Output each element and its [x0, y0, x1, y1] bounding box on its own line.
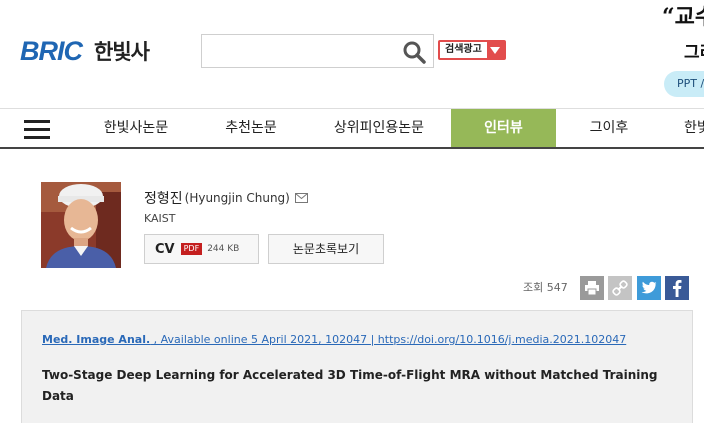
search-button[interactable] — [401, 39, 427, 65]
profile-photo — [41, 182, 121, 268]
main-nav: 한빛사논문 추천논문 상위피인용논문 인터뷰 그이후 한빛 — [0, 108, 704, 149]
mail-icon[interactable] — [294, 193, 308, 203]
facebook-icon[interactable] — [665, 276, 689, 300]
search-input[interactable] — [208, 40, 393, 62]
nav-item-recommended[interactable]: 추천논문 — [208, 109, 294, 147]
affiliation: KAIST — [144, 212, 176, 225]
cv-file-size: 244 KB — [207, 244, 240, 254]
name-korean: 정형진 — [144, 191, 183, 207]
search-icon — [403, 41, 426, 64]
citation-details: , Available online 5 April 2021, 102047 … — [150, 333, 627, 346]
promo-banner-line1[interactable]: “교수 — [662, 6, 704, 28]
cv-label: CV — [155, 241, 175, 257]
bric-logo[interactable]: BRIC 한빛사 — [20, 35, 150, 66]
nav-item-top-cited[interactable]: 상위피인용논문 — [320, 109, 438, 147]
search-ad-label: 검색광고 — [440, 42, 487, 58]
link-icon[interactable] — [608, 276, 632, 300]
view-abstract-button[interactable]: 논문초록보기 — [268, 234, 384, 264]
search-box — [201, 34, 434, 68]
interviewee-name: 정형진 (Hyungjin Chung) — [144, 188, 308, 208]
search-ad-dropdown[interactable]: 검색광고 — [438, 40, 506, 60]
nav-item-afterwards[interactable]: 그이후 — [578, 109, 640, 147]
pdf-badge: PDF — [180, 243, 203, 255]
chevron-down-icon — [486, 42, 504, 58]
promo-banner-pill[interactable]: PPT / — [664, 71, 704, 97]
logo-sub: 한빛사 — [94, 40, 150, 64]
twitter-icon[interactable] — [637, 276, 661, 300]
name-english: (Hyungjin Chung) — [184, 191, 290, 205]
print-icon[interactable] — [580, 276, 604, 300]
promo-banner-line2[interactable]: 그리 — [684, 38, 704, 63]
logo-brand: BRIC — [20, 35, 83, 66]
menu-icon[interactable] — [24, 119, 50, 139]
nav-item-more[interactable]: 한빛 — [684, 109, 704, 147]
paper-title: Two-Stage Deep Learning for Accelerated … — [42, 368, 658, 403]
paper-citation-link[interactable]: Med. Image Anal. , Available online 5 Ap… — [42, 333, 626, 346]
paper-info-box: Med. Image Anal. , Available online 5 Ap… — [21, 310, 693, 423]
view-count: 조회 547 — [523, 281, 568, 294]
cv-download-button[interactable]: CV PDF 244 KB — [144, 234, 259, 264]
nav-item-interview[interactable]: 인터뷰 — [451, 109, 556, 147]
nav-item-papers[interactable]: 한빛사논문 — [90, 109, 182, 147]
journal-name: Med. Image Anal. — [42, 333, 151, 346]
